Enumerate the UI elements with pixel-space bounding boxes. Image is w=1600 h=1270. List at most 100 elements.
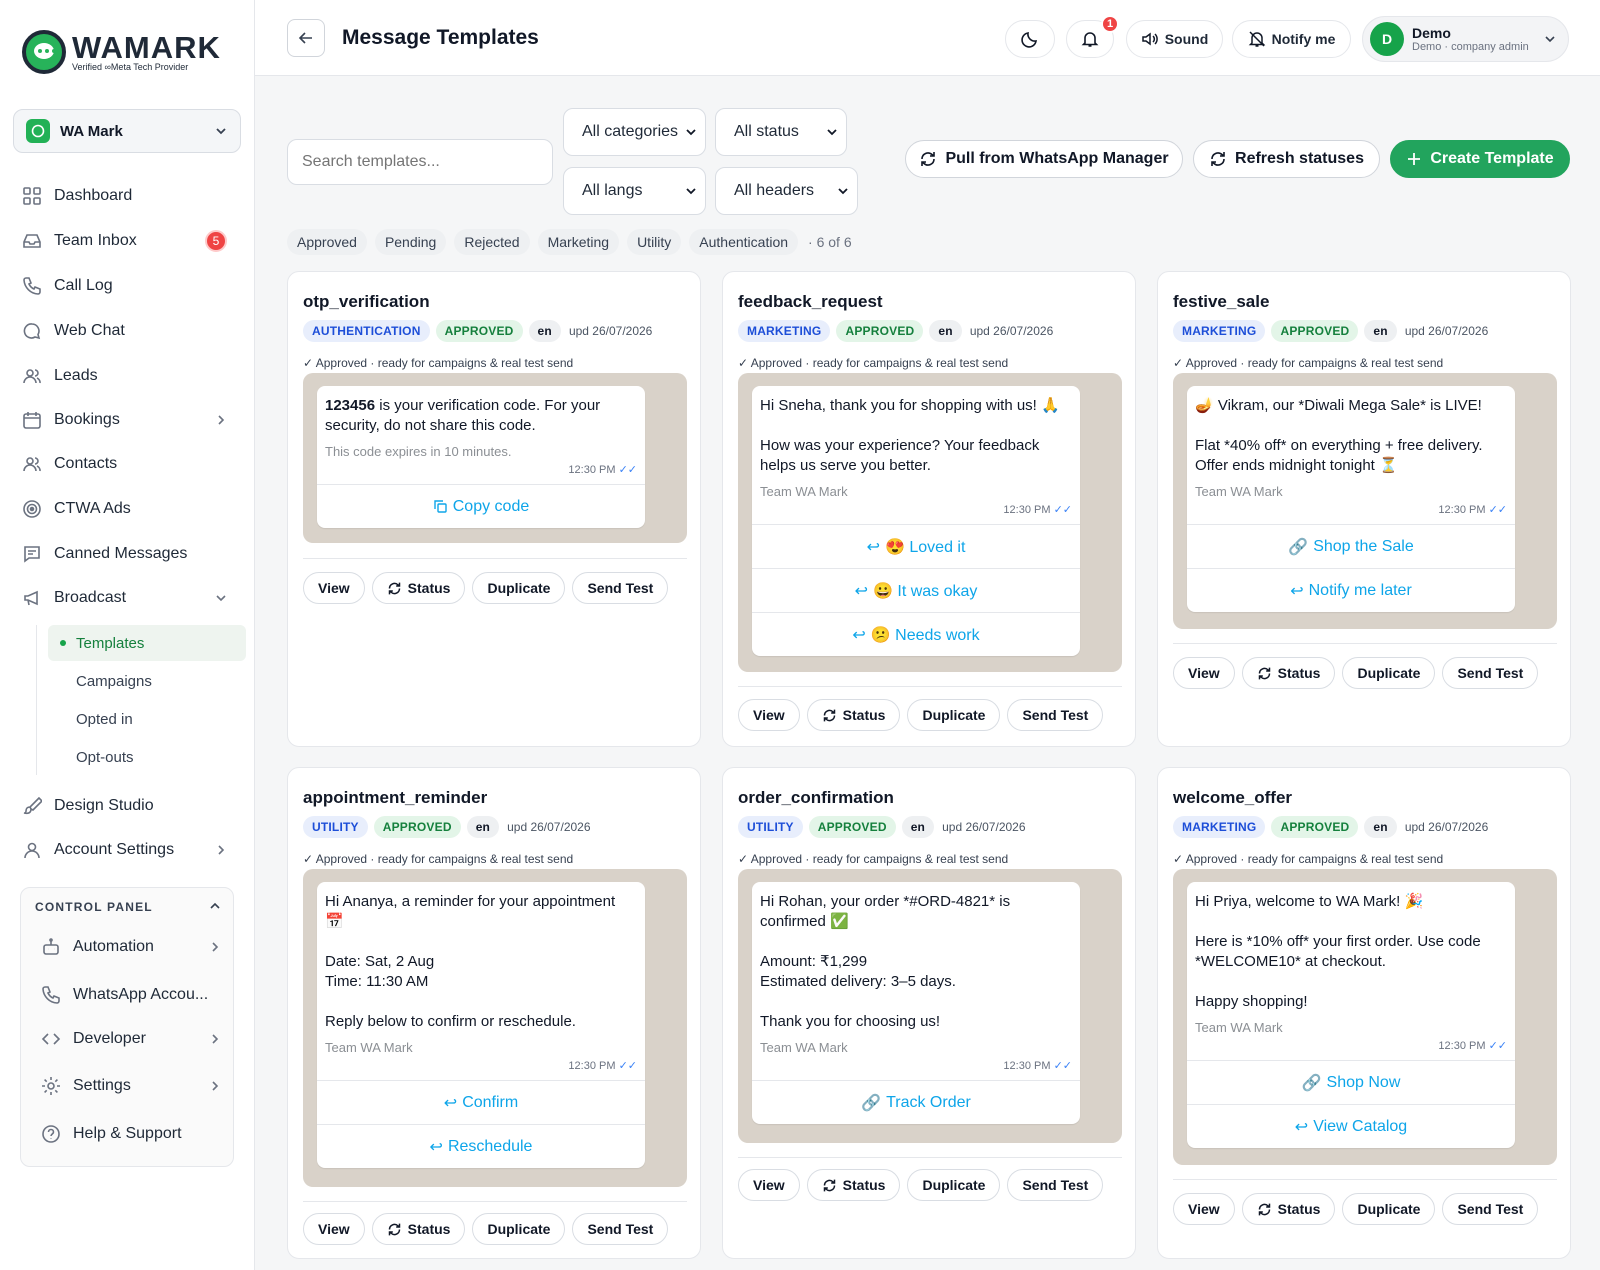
url-button[interactable]: 🔗 Shop Now [1187,1060,1515,1104]
view-button[interactable]: View [738,699,800,731]
status-button[interactable]: Status [1241,657,1336,689]
notify-me-button[interactable]: Notify me [1232,20,1351,58]
copy-code-button[interactable]: Copy code [317,484,645,528]
sidebar-item-canned-messages[interactable]: Canned Messages [22,539,237,569]
cp-item-whatsapp-account[interactable]: WhatsApp Accou... [41,980,221,1010]
quick-reply-button[interactable]: ↩ 😕 Needs work [752,612,1080,656]
create-template-button[interactable]: Create Template [1390,140,1570,178]
status-button[interactable]: Status [371,1213,466,1245]
duplicate-button[interactable]: Duplicate [1342,657,1436,689]
status-button[interactable]: Status [1241,1193,1336,1225]
quick-reply-button[interactable]: ↩ View Catalog [1187,1104,1515,1148]
view-button[interactable]: View [1173,657,1235,689]
status-button[interactable]: Status [806,1169,901,1201]
send-test-button[interactable]: Send Test [572,1213,669,1245]
duplicate-button[interactable]: Duplicate [1342,1193,1436,1225]
sidebar-sub-campaigns[interactable]: Campaigns [48,663,246,699]
notifications-button[interactable]: 1 [1066,15,1119,58]
duplicate-button[interactable]: Duplicate [907,1169,1001,1201]
sidebar-item-team-inbox[interactable]: Team Inbox 5 [22,226,237,256]
duplicate-button[interactable]: Duplicate [472,572,566,604]
view-button[interactable]: View [1173,1193,1235,1225]
sidebar-item-broadcast[interactable]: Broadcast [22,583,237,613]
status-badge: APPROVED [1271,320,1359,342]
duplicate-button[interactable]: Duplicate [907,699,1001,731]
chip-pending[interactable]: Pending [374,229,447,255]
view-button[interactable]: View [738,1169,800,1201]
control-panel-toggle[interactable]: CONTROL PANEL [35,900,221,914]
url-button[interactable]: 🔗 Track Order [752,1080,1080,1124]
sidebar-sub-opt-outs[interactable]: Opt-outs [48,739,246,775]
template-card: otp_verification AUTHENTICATION APPROVED… [287,271,701,747]
chip-utility[interactable]: Utility [627,229,682,255]
sidebar-item-leads[interactable]: Leads [22,361,237,391]
send-test-button[interactable]: Send Test [1007,699,1104,731]
refresh-statuses-button[interactable]: Refresh statuses [1193,140,1380,178]
message-time: 12:30 PM ✓✓ [1438,504,1507,516]
cp-item-automation[interactable]: Automation [41,932,221,962]
sidebar-item-design-studio[interactable]: Design Studio [22,791,237,821]
chevron-right-icon [212,942,219,952]
chevron-right-icon [212,1034,219,1044]
chip-authentication[interactable]: Authentication [689,229,799,255]
chip-marketing[interactable]: Marketing [537,229,620,255]
send-test-button[interactable]: Send Test [1007,1169,1104,1201]
sidebar-sub-templates[interactable]: Templates [48,625,246,661]
approval-note: ✓ Approved · ready for campaigns & real … [1173,356,1444,370]
language-select[interactable]: All langs [563,167,706,215]
sidebar-item-ctwa-ads[interactable]: CTWA Ads [22,494,237,524]
quick-reply-button[interactable]: ↩ 😍 Loved it [752,524,1080,568]
quick-reply-button[interactable]: ↩ Confirm [317,1080,645,1124]
card-actions: View Status Duplicate Send Test [738,699,1104,731]
sidebar-sub-opted-in[interactable]: Opted in [48,701,246,737]
sidebar-item-call-log[interactable]: Call Log [22,271,237,301]
quick-reply-button[interactable]: ↩ Notify me later [1187,568,1515,612]
user-menu[interactable]: D Demo Demo · company admin [1362,16,1569,62]
cp-item-help-support[interactable]: Help & Support [41,1119,221,1149]
language-badge: en [466,816,500,838]
theme-toggle-button[interactable] [1005,20,1055,58]
whatsapp-icon [26,119,50,143]
send-test-button[interactable]: Send Test [572,572,669,604]
sidebar-item-web-chat[interactable]: Web Chat [22,316,237,346]
updated-date: upd 26/07/2026 [1404,324,1489,338]
brand-logo[interactable]: WAMARK Verified ∞Meta Tech Provider [22,30,221,74]
view-button[interactable]: View [303,1213,365,1245]
status-select[interactable]: All status [715,108,847,156]
sidebar-item-contacts[interactable]: Contacts [22,449,237,479]
chip-approved[interactable]: Approved [287,229,367,255]
chip-rejected[interactable]: Rejected [454,229,530,255]
status-button[interactable]: Status [371,572,466,604]
cp-item-developer[interactable]: Developer [41,1024,221,1054]
quick-reply-button[interactable]: ↩ Reschedule [317,1124,645,1168]
contacts-icon [23,457,41,472]
url-button[interactable]: 🔗 Shop the Sale [1187,524,1515,568]
search-input[interactable] [287,139,553,185]
sidebar-item-bookings[interactable]: Bookings [22,405,237,435]
header-type-select[interactable]: All headers [715,167,858,215]
sidebar-item-dashboard[interactable]: Dashboard [22,181,237,211]
back-button[interactable] [287,19,325,57]
cp-item-label: Automation [73,938,154,955]
card-actions: View Status Duplicate Send Test [303,572,669,604]
message-square-icon [24,546,40,563]
send-test-button[interactable]: Send Test [1442,657,1539,689]
reply-icon: ↩ [854,582,868,600]
cp-item-settings[interactable]: Settings [41,1071,221,1101]
category-select[interactable]: All categories [563,108,706,156]
quick-reply-button[interactable]: ↩ 😀 It was okay [752,568,1080,612]
pull-from-whatsapp-manager-button[interactable]: Pull from WhatsApp Manager [905,140,1183,178]
sidebar-item-account-settings[interactable]: Account Settings [22,835,237,865]
duplicate-button[interactable]: Duplicate [472,1213,566,1245]
card-divider [1173,643,1557,644]
view-button[interactable]: View [303,572,365,604]
send-test-button[interactable]: Send Test [1442,1193,1539,1225]
sound-button[interactable]: Sound [1126,20,1223,58]
header-type-select-value: All headers [734,182,815,199]
gear-icon [42,1077,60,1095]
status-button[interactable]: Status [806,699,901,731]
card-actions: View Status Duplicate Send Test [303,1213,669,1245]
language-badge: en [1364,320,1397,342]
workspace-switcher[interactable]: WA Mark [13,109,241,153]
brand-name: WAMARK [72,30,221,65]
